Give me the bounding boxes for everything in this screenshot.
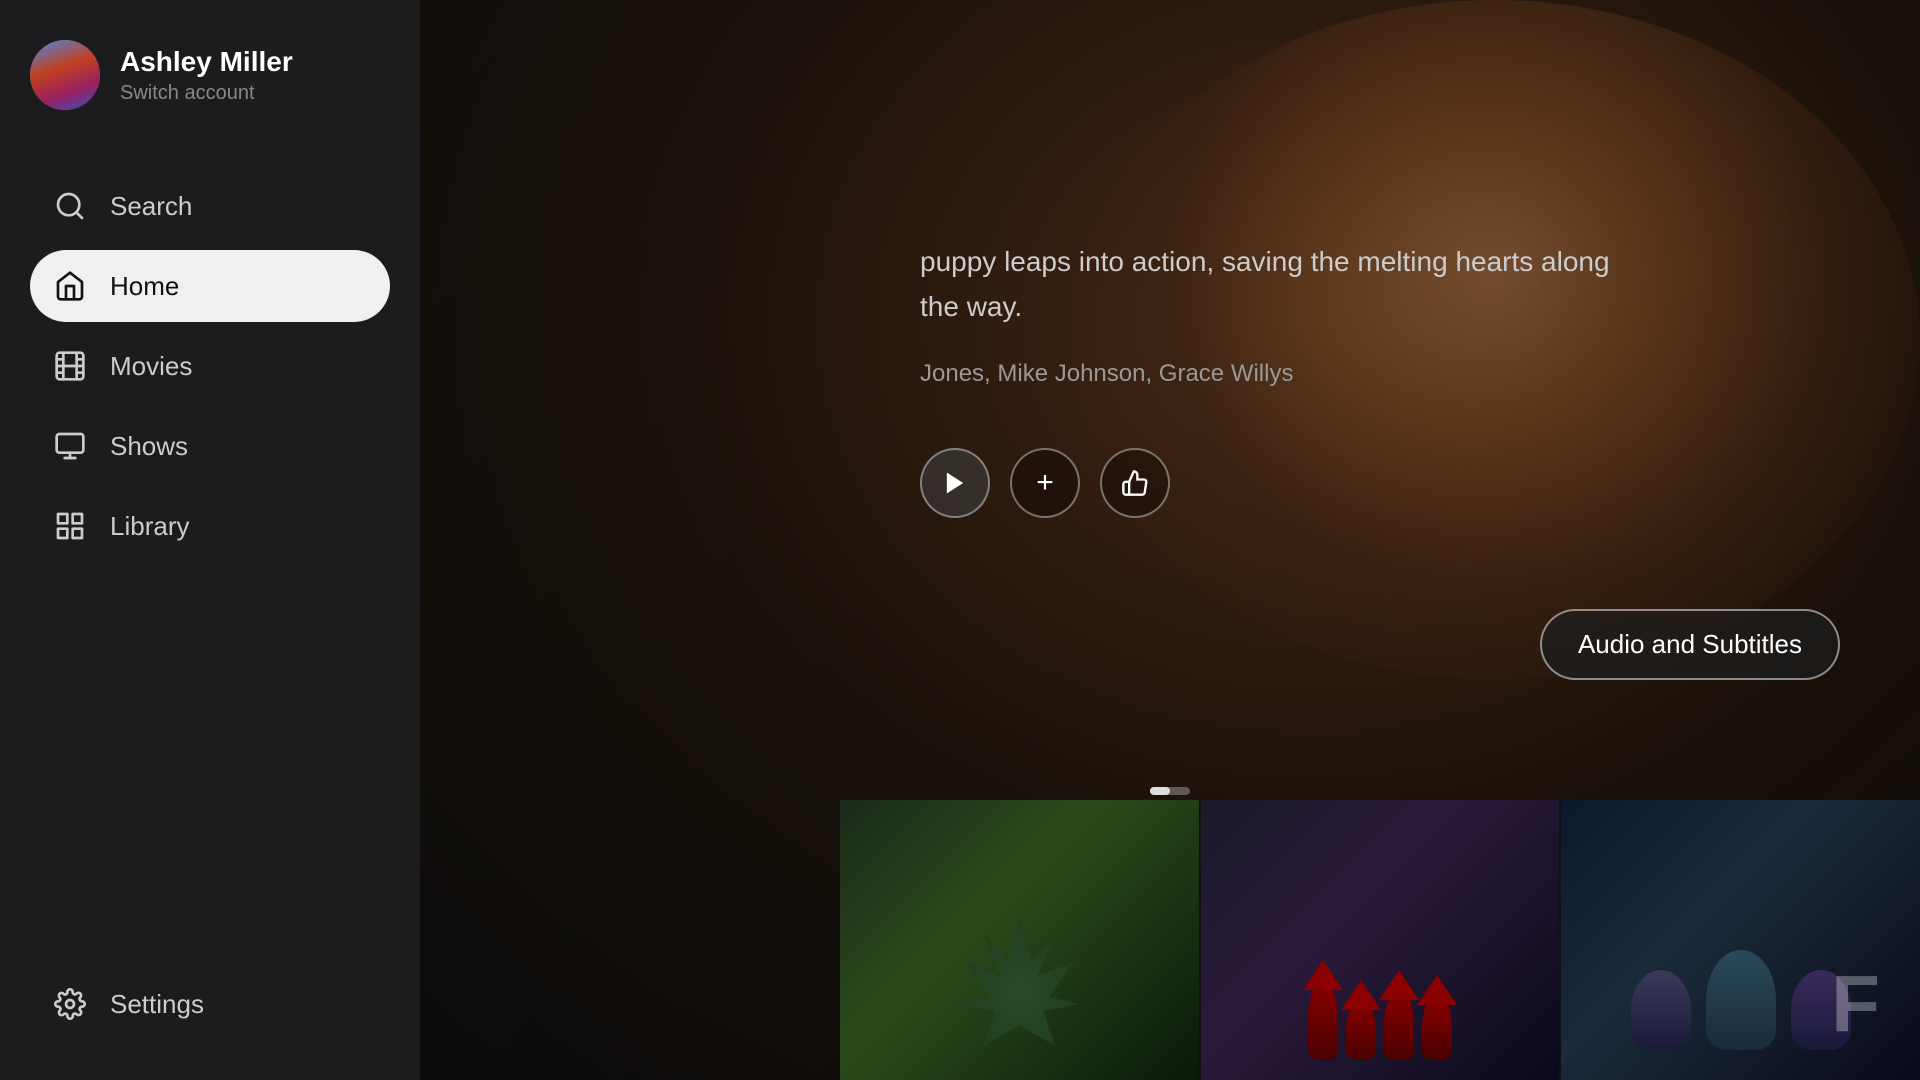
like-button[interactable] <box>1100 448 1170 518</box>
sidebar-item-movies-label: Movies <box>110 351 192 382</box>
sidebar-item-library-label: Library <box>110 511 189 542</box>
sidebar: Ashley Miller Switch account Search <box>0 0 420 1080</box>
gnome-decoration <box>1308 980 1452 1060</box>
sidebar-item-shows[interactable]: Shows <box>30 410 390 482</box>
sidebar-item-settings[interactable]: Settings <box>30 968 390 1040</box>
sidebar-item-home[interactable]: Home <box>30 250 390 322</box>
shows-icon <box>52 428 88 464</box>
sidebar-item-home-label: Home <box>110 271 179 302</box>
movies-icon <box>52 348 88 384</box>
audio-subtitles-label: Audio and Subtitles <box>1578 629 1802 660</box>
sidebar-item-library[interactable]: Library <box>30 490 390 562</box>
thumbnail-1[interactable] <box>840 800 1199 1080</box>
sidebar-item-search[interactable]: Search <box>30 170 390 242</box>
hero-content: puppy leaps into action, saving the melt… <box>840 200 1920 598</box>
hero-cast: Jones, Mike Johnson, Grace Willys <box>920 360 1840 388</box>
progress-bar <box>1150 787 1190 795</box>
creature-decoration <box>959 920 1079 1060</box>
bottom-right-letter: F <box>1831 958 1880 1050</box>
thumbnail-2[interactable] <box>1199 800 1562 1080</box>
sidebar-item-shows-label: Shows <box>110 431 188 462</box>
switch-account-link[interactable]: Switch account <box>120 82 293 105</box>
sidebar-item-settings-label: Settings <box>110 989 204 1020</box>
user-name: Ashley Miller <box>120 45 293 79</box>
search-icon <box>52 188 88 224</box>
user-profile[interactable]: Ashley Miller Switch account <box>30 40 390 110</box>
user-info: Ashley Miller Switch account <box>120 45 293 106</box>
add-icon: + <box>1036 466 1054 500</box>
avatar <box>30 40 100 110</box>
main-nav: Search Home <box>30 170 390 1040</box>
hero-description: puppy leaps into action, saving the melt… <box>920 240 1620 330</box>
play-button[interactable] <box>920 448 990 518</box>
thumbnail-row <box>840 800 1920 1080</box>
action-buttons: + <box>920 448 1840 518</box>
settings-icon <box>52 986 88 1022</box>
progress-fill <box>1150 787 1170 795</box>
main-content: puppy leaps into action, saving the melt… <box>420 0 1920 1080</box>
library-icon <box>52 508 88 544</box>
add-to-list-button[interactable]: + <box>1010 448 1080 518</box>
sidebar-item-search-label: Search <box>110 191 192 222</box>
sidebar-item-movies[interactable]: Movies <box>30 330 390 402</box>
audio-subtitles-button[interactable]: Audio and Subtitles <box>1540 609 1840 680</box>
home-icon <box>52 268 88 304</box>
